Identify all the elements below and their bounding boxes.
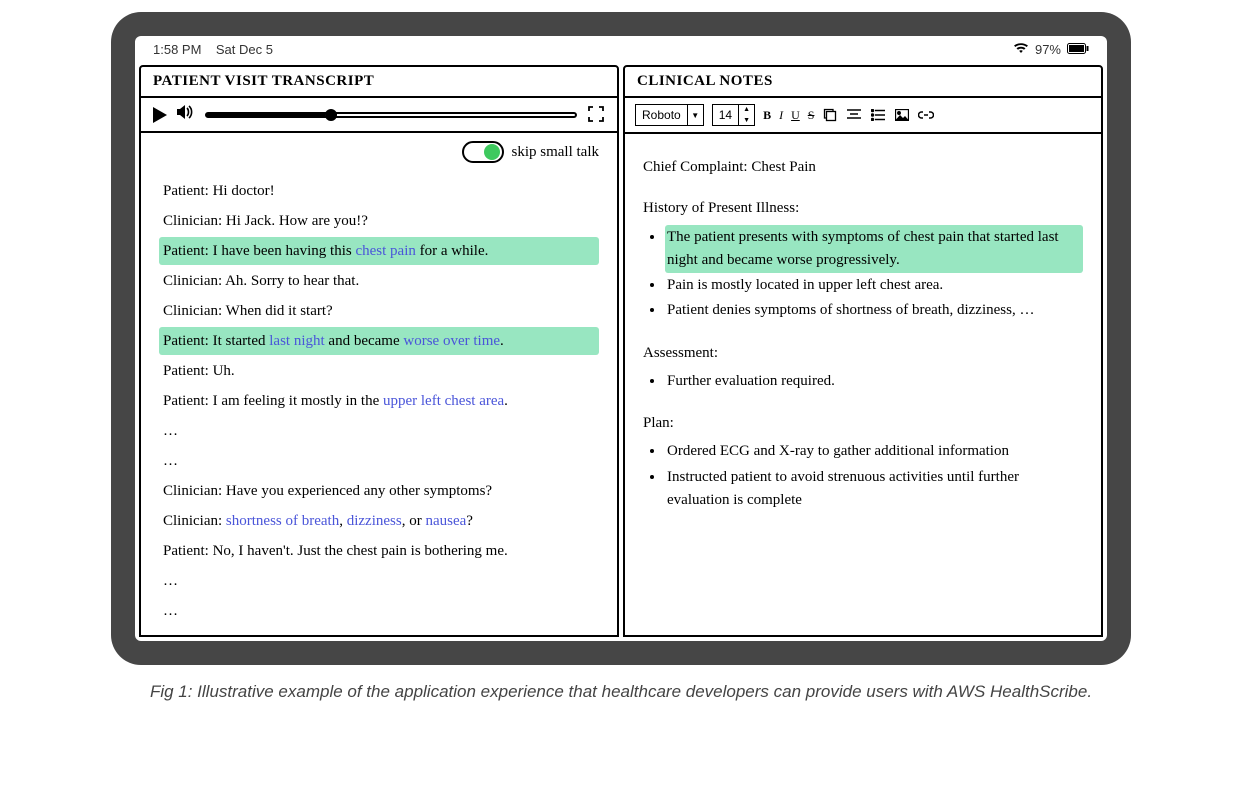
- tablet-frame: 1:58 PM Sat Dec 5 97% PATIENT VISIT TRAN…: [111, 12, 1131, 665]
- keyword-last-night: last night: [269, 333, 324, 349]
- transcript-ellipsis: …: [159, 417, 599, 445]
- transcript-ellipsis: …: [159, 597, 599, 625]
- audio-scrubber[interactable]: [205, 112, 577, 118]
- transcript-line: Patient: Hi doctor!: [159, 177, 599, 205]
- link-icon[interactable]: [918, 107, 934, 123]
- plan-list: Ordered ECG and X-ray to gather addition…: [643, 439, 1083, 513]
- chief-complaint: Chief Complaint: Chest Pain: [643, 156, 1083, 179]
- skip-small-talk-toggle[interactable]: [462, 141, 504, 163]
- stepper-arrows-icon: ▲▼: [738, 105, 754, 125]
- hpi-label: History of Present Illness:: [643, 197, 1083, 220]
- audio-controls: [141, 98, 617, 133]
- transcript-line: Clinician: Have you experienced any othe…: [159, 477, 599, 505]
- transcript-ellipsis: …: [159, 447, 599, 475]
- transcript-line: Patient: I am feeling it mostly in the u…: [159, 387, 599, 415]
- plan-item: Ordered ECG and X-ray to gather addition…: [665, 439, 1083, 464]
- chevron-down-icon: ▼: [687, 105, 703, 125]
- notes-title: CLINICAL NOTES: [625, 67, 1101, 98]
- play-button[interactable]: [153, 107, 167, 123]
- font-select[interactable]: Roboto ▼: [635, 104, 704, 126]
- battery-icon: [1067, 42, 1089, 57]
- underline-button[interactable]: U: [791, 108, 800, 123]
- assessment-label: Assessment:: [643, 342, 1083, 365]
- transcript-ellipsis: …: [159, 567, 599, 595]
- keyword-worse-over-time: worse over time: [403, 333, 500, 349]
- figure-caption: Fig 1: Illustrative example of the appli…: [111, 679, 1131, 705]
- skip-small-talk-label: skip small talk: [512, 144, 600, 161]
- transcript-line: Clinician: Ah. Sorry to hear that.: [159, 267, 599, 295]
- wifi-icon: [1013, 42, 1029, 57]
- font-size-stepper[interactable]: 14 ▲▼: [712, 104, 755, 126]
- keyword-shortness-of-breath: shortness of breath: [226, 513, 339, 529]
- transcript-title: PATIENT VISIT TRANSCRIPT: [141, 67, 617, 98]
- status-bar: 1:58 PM Sat Dec 5 97%: [135, 36, 1107, 61]
- keyword-upper-left-chest: upper left chest area: [383, 393, 504, 409]
- status-left: 1:58 PM Sat Dec 5: [153, 42, 273, 57]
- assessment-item: Further evaluation required.: [665, 369, 1083, 394]
- keyword-dizziness: dizziness: [347, 513, 402, 529]
- hpi-list: The patient presents with symptoms of ch…: [643, 225, 1083, 324]
- notes-body[interactable]: Chief Complaint: Chest Pain History of P…: [625, 134, 1101, 527]
- screen: 1:58 PM Sat Dec 5 97% PATIENT VISIT TRAN…: [135, 36, 1107, 641]
- skip-small-talk-row: skip small talk: [141, 133, 617, 171]
- transcript-line: Clinician: shortness of breath, dizzines…: [159, 507, 599, 535]
- status-battery-pct: 97%: [1035, 42, 1061, 57]
- transcript-line: Patient: No, I haven't. Just the chest p…: [159, 537, 599, 565]
- transcript-body: Patient: Hi doctor! Clinician: Hi Jack. …: [141, 171, 617, 635]
- editor-toolbar: Roboto ▼ 14 ▲▼ B I U S: [625, 98, 1101, 134]
- font-select-value: Roboto: [636, 105, 687, 125]
- transcript-line-highlighted[interactable]: Patient: I have been having this chest p…: [159, 237, 599, 265]
- bold-button[interactable]: B: [763, 108, 771, 123]
- keyword-chest-pain: chest pain: [355, 243, 415, 259]
- font-size-value: 14: [713, 105, 738, 125]
- transcript-panel: PATIENT VISIT TRANSCRIPT: [139, 65, 619, 637]
- strikethrough-button[interactable]: S: [808, 108, 815, 123]
- list-icon[interactable]: [870, 107, 886, 123]
- align-center-icon[interactable]: [846, 107, 862, 123]
- assessment-list: Further evaluation required.: [643, 369, 1083, 394]
- transcript-line: Clinician: When did it start?: [159, 297, 599, 325]
- plan-label: Plan:: [643, 412, 1083, 435]
- transcript-line: Patient: Uh.: [159, 357, 599, 385]
- copy-icon[interactable]: [822, 107, 838, 123]
- fullscreen-icon[interactable]: [587, 106, 605, 124]
- status-time: 1:58 PM: [153, 42, 201, 57]
- italic-button[interactable]: I: [779, 108, 783, 123]
- hpi-item: Pain is mostly located in upper left che…: [665, 273, 1083, 298]
- hpi-item: Patient denies symptoms of shortness of …: [665, 298, 1083, 323]
- transcript-line: Clinician: Hi Jack. How are you!?: [159, 207, 599, 235]
- transcript-line-highlighted[interactable]: Patient: It started last night and becam…: [159, 327, 599, 355]
- hpi-item-highlighted[interactable]: The patient presents with symptoms of ch…: [665, 225, 1083, 274]
- keyword-nausea: nausea: [425, 513, 466, 529]
- plan-item: Instructed patient to avoid strenuous ac…: [665, 465, 1083, 514]
- image-icon[interactable]: [894, 107, 910, 123]
- status-right: 97%: [1013, 42, 1089, 57]
- panels-container: PATIENT VISIT TRANSCRIPT: [135, 61, 1107, 641]
- notes-panel: CLINICAL NOTES Roboto ▼ 14 ▲▼ B I U S: [623, 65, 1103, 637]
- status-date: Sat Dec 5: [216, 42, 273, 57]
- volume-icon[interactable]: [177, 104, 195, 125]
